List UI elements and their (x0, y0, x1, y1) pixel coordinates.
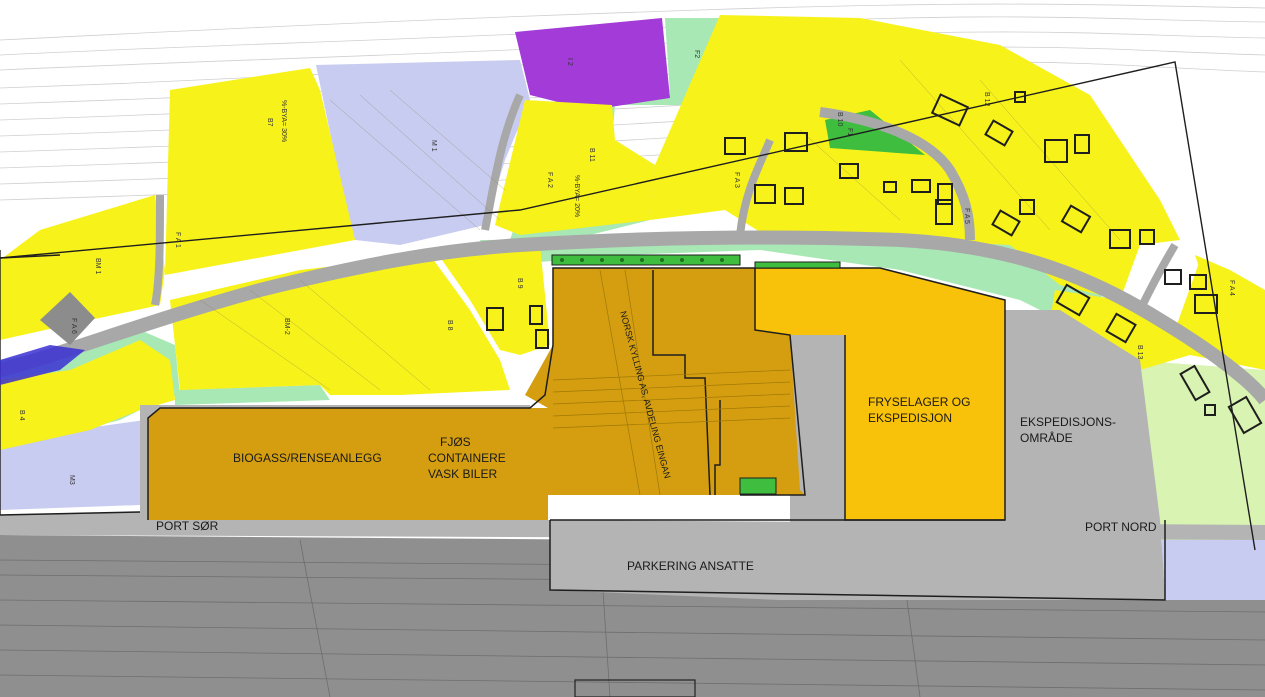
code-m3: M3 (68, 475, 75, 485)
hedge-strip-2 (754, 261, 841, 269)
code-i2: I 2 (566, 58, 573, 66)
code-f1: F1 (846, 128, 853, 136)
label-fjos-3: VASK BILER (428, 467, 497, 481)
code-f2: F2 (693, 50, 700, 58)
code-b13: B 13 (1136, 345, 1143, 360)
label-ekspedisjon-2: OMRÅDE (1020, 430, 1073, 445)
label-port-nord: PORT NORD (1085, 520, 1157, 534)
code-bya30: %-BYA= 30% (280, 100, 287, 142)
code-fa5: F A 5 (963, 208, 970, 224)
code-bm2: BM-2 (283, 318, 290, 335)
code-b10: B 10 (836, 112, 843, 127)
label-ekspedisjon-1: EKSPEDISJONS- (1020, 415, 1116, 429)
code-b7: B7 (266, 118, 273, 127)
code-bm1: BM 1 (94, 258, 101, 274)
code-b12: B 12 (983, 92, 990, 107)
label-fjos-2: CONTAINERE (428, 451, 506, 465)
code-fa3: F A 3 (733, 172, 740, 188)
label-fjos-1: FJØS (440, 435, 471, 449)
code-b8: B 8 (446, 320, 453, 331)
label-fryselager-2: EKSPEDISJON (868, 411, 952, 425)
label-fryselager-1: FRYSELAGER OG (868, 395, 970, 409)
label-parkering: PARKERING ANSATTE (627, 559, 754, 573)
area-i2-purple (515, 18, 670, 110)
code-fa6: F A 6 (70, 318, 77, 334)
code-fa1: F A 1 (174, 232, 181, 248)
code-fa2: F A 2 (546, 172, 553, 188)
zoning-plan-map: B7 M 1 I 2 F2 B 12 B 11 B 10 BM 1 BM-2 B… (0, 0, 1265, 697)
code-b4: B 4 (18, 410, 25, 421)
code-b11: B 11 (588, 148, 595, 162)
label-biogass: BIOGASS/RENSEANLEGG (233, 451, 382, 465)
code-m1: M 1 (430, 140, 437, 152)
code-bya20: %-BYA= 20% (573, 175, 580, 217)
code-fa4: F A 4 (1228, 280, 1235, 296)
hedge-box (739, 477, 777, 495)
label-port-sor: PORT SØR (156, 519, 219, 533)
code-b9: B 9 (516, 278, 523, 289)
